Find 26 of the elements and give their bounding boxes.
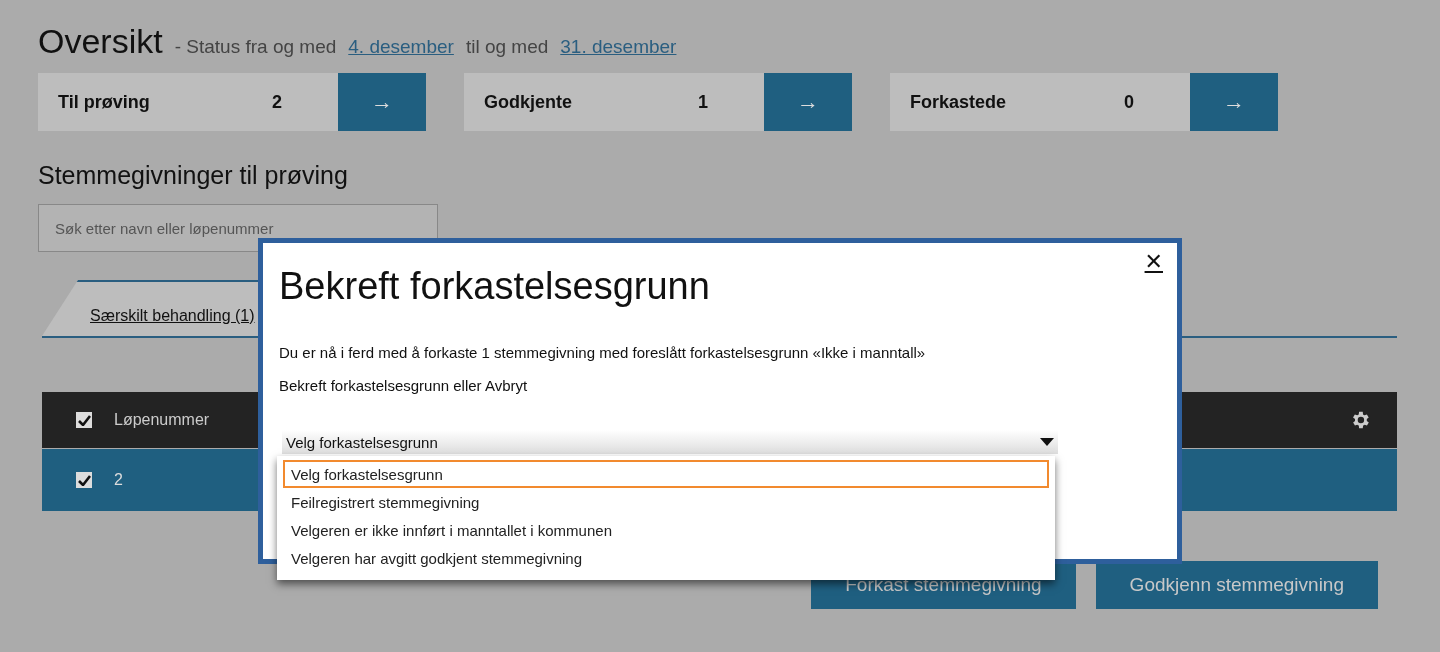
dropdown-option[interactable]: Velg forkastelsesgrunn (283, 460, 1049, 488)
dropdown-option[interactable]: Velgeren er ikke innført i manntallet i kommunen (283, 516, 1049, 544)
card-count: 1 (698, 91, 708, 113)
caret-icon (1040, 438, 1054, 446)
status-text: - Status fra og med (174, 36, 337, 58)
card-count: 0 (1124, 91, 1134, 113)
reason-select[interactable]: Velg forkastelsesgrunn (282, 430, 1058, 454)
status-text: til og med (465, 36, 549, 58)
checkbox[interactable] (76, 472, 92, 488)
dialog-message: Du er nå i ferd med å forkaste 1 stemmegivning med foreslått forkastelsesgrunn «Ikke i manntall» (279, 344, 927, 361)
arrow-button[interactable]: → (764, 73, 852, 131)
card-label: Godkjente (484, 91, 572, 113)
close-button[interactable]: ✕ (1144, 249, 1163, 274)
card-label: Til prøving (58, 91, 150, 113)
dialog-instruction: Bekreft forkastelsesgrunn eller Avbryt (279, 377, 529, 394)
table-cell: 2 (114, 471, 123, 489)
section-title: Stemmegivninger til prøving (38, 161, 349, 190)
dropdown-option[interactable]: Feilregistrert stemmegivning (283, 488, 1049, 516)
action-button[interactable]: Godkjenn stemmegivning (1095, 561, 1378, 609)
checkbox[interactable] (76, 412, 92, 428)
arrow-button[interactable]: → (1190, 73, 1278, 131)
card-count: 2 (272, 91, 282, 113)
column-header: Løpenummer (114, 411, 211, 429)
page-title: Oversikt (38, 22, 163, 61)
arrow-button[interactable]: → (338, 73, 426, 131)
card-label: Forkastede (910, 91, 1007, 113)
